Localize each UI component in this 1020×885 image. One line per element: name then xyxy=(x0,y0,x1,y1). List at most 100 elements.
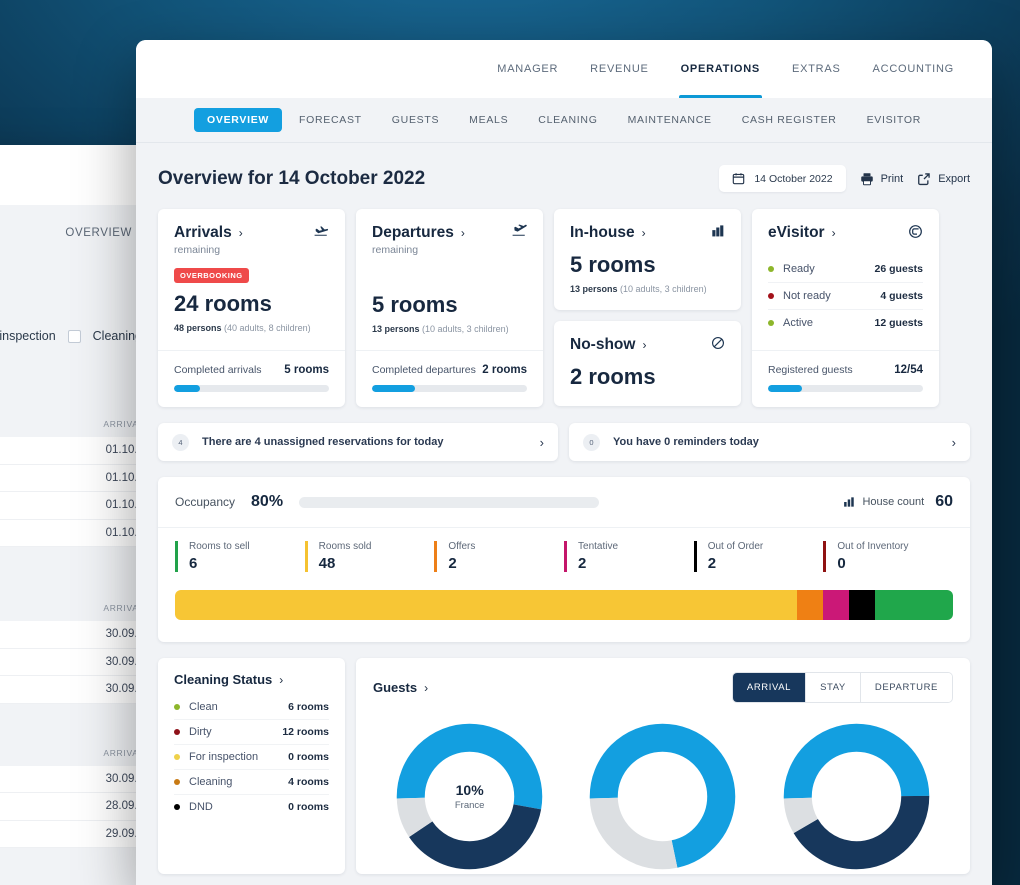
date-picker[interactable]: 14 October 2022 xyxy=(719,165,846,192)
list-item[interactable]: Ready 26 guests xyxy=(768,256,923,283)
arrivals-value: 24 rooms xyxy=(174,291,272,316)
metric-out-of-inventory[interactable]: Out of Inventory 0 xyxy=(823,541,953,572)
guests-title-row[interactable]: Guests › xyxy=(373,680,428,695)
background-table-2: PRIMARY GUEST ARRIVAL Kathryn Murphy 30.… xyxy=(0,595,150,704)
background-cleaning-checkbox[interactable] xyxy=(67,329,81,343)
table-row[interactable]: Ralph Edwards 01.10.2 xyxy=(0,492,150,520)
noshow-body: No-show › 2 rooms xyxy=(554,321,741,406)
departures-header: Departures › remaining xyxy=(372,224,527,256)
tab-meals[interactable]: MEALS xyxy=(456,108,521,132)
occupancy-progress-track xyxy=(299,496,600,508)
background-window-body: OVERVIEW or inspection Cleaning PRIMARY … xyxy=(0,205,150,885)
list-item[interactable]: Cleaning 4 rooms xyxy=(174,770,329,795)
list-item[interactable]: DND 0 rooms xyxy=(174,795,329,819)
status-dot xyxy=(174,729,180,735)
noshow-value: 2 rooms xyxy=(570,364,656,389)
tab-forecast[interactable]: FORECAST xyxy=(286,108,375,132)
metric-value: 2 xyxy=(578,555,587,572)
metric-label: Rooms to sell xyxy=(189,541,250,552)
occupancy-percent: 80% xyxy=(251,493,284,510)
nav-item-operations[interactable]: OPERATIONS xyxy=(665,40,776,98)
tab-guests[interactable]: GUESTS xyxy=(379,108,452,132)
nav-item-extras[interactable]: EXTRAS xyxy=(776,40,857,98)
nav-item-manager[interactable]: MANAGER xyxy=(481,40,574,98)
cleaning-status-title-row[interactable]: Cleaning Status › xyxy=(174,672,329,687)
arrivals-card[interactable]: Arrivals › remaining OVERBOOKING 24 room… xyxy=(158,209,345,407)
metric-rooms-to-sell[interactable]: Rooms to sell 6 xyxy=(175,541,305,572)
overbooking-badge: OVERBOOKING xyxy=(174,268,249,283)
table-row[interactable]: John Mark 30.09.2 xyxy=(0,676,150,704)
noshow-title: No-show xyxy=(570,336,636,353)
list-item[interactable]: Active 12 guests xyxy=(768,310,923,336)
metric-rooms-sold[interactable]: Rooms sold 48 xyxy=(304,541,435,572)
status-dot xyxy=(768,293,774,299)
table-row[interactable]: Ronald Richards 30.09.2 xyxy=(0,765,150,793)
notice-text: You have 0 reminders today xyxy=(613,436,759,448)
table-row[interactable]: Esther Howard 30.09.2 xyxy=(0,648,150,676)
completed-departures-value: 2 rooms xyxy=(482,364,527,376)
background-window-topbar xyxy=(0,145,150,205)
cleaning-row-label: Cleaning xyxy=(189,776,233,788)
segment-stay[interactable]: STAY xyxy=(806,673,861,702)
metric-tentative[interactable]: Tentative 2 xyxy=(564,541,694,572)
house-count-group: House count xyxy=(843,496,924,508)
print-button[interactable]: Print xyxy=(860,172,903,186)
background-table-1: PRIMARY GUEST ARRIVAL Savannah Nguyen 01… xyxy=(0,411,150,547)
chevron-right-icon: › xyxy=(951,434,956,450)
printer-icon xyxy=(860,172,874,186)
unassigned-reservations-notice[interactable]: 4 There are 4 unassigned reservations fo… xyxy=(158,423,558,461)
reminders-notice[interactable]: 0 You have 0 reminders today › xyxy=(569,423,970,461)
table-row[interactable]: Marvin McKinney 28.09.2 xyxy=(0,793,150,821)
inhouse-value: 5 rooms xyxy=(570,252,656,277)
guests-donut-charts: 10% France xyxy=(373,719,953,874)
export-label: Export xyxy=(938,172,970,185)
evisitor-row-value: 4 guests xyxy=(880,290,923,302)
departures-title-row[interactable]: Departures › xyxy=(372,224,465,242)
noshow-card[interactable]: No-show › 2 rooms xyxy=(554,321,741,406)
evisitor-card[interactable]: eVisitor › Ready 26 guests Not ready 4 g… xyxy=(752,209,939,407)
departures-footer: Completed departures 2 rooms xyxy=(356,350,543,407)
tab-cleaning[interactable]: CLEANING xyxy=(525,108,610,132)
occupancy-summary: Occupancy 80% House count 60 xyxy=(158,477,970,527)
table-row[interactable]: Kathryn Murphy 30.09.2 xyxy=(0,621,150,649)
segment-departure[interactable]: DEPARTURE xyxy=(860,673,952,702)
plane-departure-icon xyxy=(511,224,527,240)
evisitor-row-label: Active xyxy=(783,317,813,329)
list-item[interactable]: Clean 6 rooms xyxy=(174,695,329,720)
list-item[interactable]: Not ready 4 guests xyxy=(768,283,923,310)
inhouse-persons: 13 persons (10 adults, 3 children) xyxy=(570,284,725,294)
page-header: Overview for 14 October 2022 14 October … xyxy=(158,161,970,192)
nav-item-accounting[interactable]: ACCOUNTING xyxy=(857,40,970,98)
tab-overview[interactable]: OVERVIEW xyxy=(194,108,283,132)
table-row[interactable]: Savannah Nguyen 01.10.2 xyxy=(0,437,150,465)
inhouse-card[interactable]: In-house › 5 rooms 13 persons (10 adults… xyxy=(554,209,741,310)
table-row[interactable]: Eleanor Pena 29.09.2 xyxy=(0,820,150,848)
evisitor-title: eVisitor xyxy=(768,224,825,241)
evisitor-progress-track xyxy=(768,385,923,392)
list-item[interactable]: Dirty 12 rooms xyxy=(174,720,329,745)
tab-maintenance[interactable]: MAINTENANCE xyxy=(615,108,725,132)
cleaning-status-title: Cleaning Status xyxy=(174,672,273,687)
noshow-title-row[interactable]: No-show › xyxy=(570,336,646,354)
cleaning-row-label: Clean xyxy=(189,701,218,713)
registered-guests-label: Registered guests xyxy=(768,364,853,376)
metric-offers[interactable]: Offers 2 xyxy=(434,541,564,572)
inhouse-title-row[interactable]: In-house › xyxy=(570,224,646,242)
metric-out-of-order[interactable]: Out of Order 2 xyxy=(693,541,824,572)
status-dot xyxy=(174,754,180,760)
nav-item-revenue[interactable]: REVENUE xyxy=(574,40,664,98)
tab-evisitor[interactable]: EVISITOR xyxy=(854,108,934,132)
metric-value: 6 xyxy=(189,555,198,572)
external-link-icon xyxy=(917,172,931,186)
departures-card[interactable]: Departures › remaining 5 rooms 13 person… xyxy=(356,209,543,407)
export-button[interactable]: Export xyxy=(917,172,970,186)
list-item[interactable]: For inspection 0 rooms xyxy=(174,745,329,770)
completed-arrivals-value: 5 rooms xyxy=(284,364,329,376)
table-row[interactable]: Wade Warren 01.10.2 xyxy=(0,464,150,492)
arrivals-title-row[interactable]: Arrivals › xyxy=(174,224,243,242)
evisitor-title-row[interactable]: eVisitor › xyxy=(768,224,836,242)
table-row[interactable]: Albert Flores 01.10.2 xyxy=(0,519,150,547)
segment-arrival[interactable]: ARRIVAL xyxy=(732,673,807,702)
tab-cash-register[interactable]: CASH REGISTER xyxy=(729,108,850,132)
inhouse-persons-count: 13 persons xyxy=(570,284,618,294)
